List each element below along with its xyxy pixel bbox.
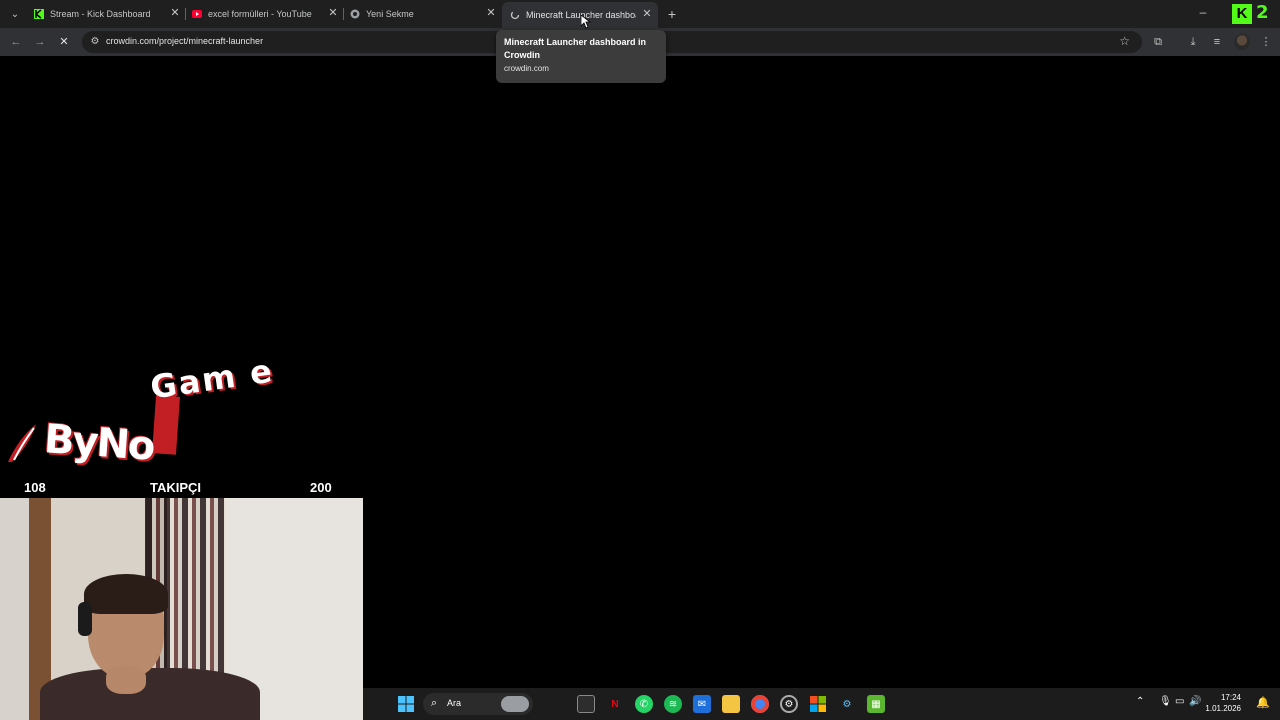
settings-gear-icon[interactable]: ⚙ — [780, 695, 798, 713]
logo-word-byno: ByNo — [42, 416, 156, 470]
back-button[interactable]: ← — [8, 34, 24, 50]
network-icon[interactable]: ▭ — [1175, 696, 1184, 707]
tooltip-title: Minecraft Launcher dashboard in Crowdin — [504, 37, 647, 60]
kick-logo: K — [1232, 4, 1252, 24]
kick-icon — [34, 9, 44, 19]
streamer-logo: ByNo Gam e — [4, 352, 294, 478]
weather-widget-icon[interactable] — [501, 696, 529, 712]
extensions-button[interactable]: ⧉ — [1150, 34, 1166, 50]
more-vert-icon: ⋮ — [1260, 36, 1272, 48]
close-tab-icon[interactable]: ✕ — [484, 6, 498, 20]
webcam-feed — [0, 498, 363, 720]
download-icon: ⤓ — [1190, 36, 1196, 48]
new-tab-button[interactable]: + — [664, 6, 680, 22]
microsoft-store-icon[interactable] — [809, 695, 827, 713]
system-clock[interactable]: 17:24 1.01.2026 — [1201, 692, 1241, 714]
tab-youtube[interactable]: excel formülleri - YouTube ✕ — [192, 4, 340, 24]
puzzle-icon: ⧉ — [1154, 36, 1162, 48]
spotify-icon[interactable]: ≋ — [664, 695, 682, 713]
webcam-person-hair — [84, 574, 168, 614]
feather-logo-icon — [8, 424, 36, 462]
clock-time: 17:24 — [1220, 693, 1241, 702]
task-view-icon[interactable] — [577, 695, 595, 713]
windows-logo-icon — [398, 696, 414, 712]
minimize-window-button[interactable]: – — [1196, 6, 1210, 20]
mail-icon[interactable]: ✉ — [693, 695, 711, 713]
netflix-icon[interactable]: N — [606, 695, 624, 713]
store-logo-icon — [810, 696, 826, 712]
close-icon: ✕ — [59, 36, 69, 48]
url-text: crowdin.com/project/minecraft-launcher — [106, 36, 264, 46]
chrome-taskbar-icon[interactable] — [751, 695, 769, 713]
tab-separator — [185, 8, 186, 20]
downloads-button[interactable]: ⤓ — [1185, 34, 1201, 50]
webcam-person-hand — [106, 666, 146, 694]
steam-icon[interactable]: ⚙ — [838, 695, 856, 713]
notification-count: 2 — [1256, 2, 1269, 23]
tab-hover-tooltip: Minecraft Launcher dashboard in Crowdin … — [496, 30, 666, 83]
logo-word-game: Gam e — [147, 351, 277, 407]
microphone-icon[interactable]: 🎙 — [1159, 696, 1172, 707]
tab-search-button[interactable]: ⌄ — [6, 5, 24, 23]
bookmark-star-icon[interactable]: ☆ — [1119, 34, 1130, 48]
minecraft-launcher-icon[interactable]: ▦ — [867, 695, 885, 713]
search-icon: ⌕ — [431, 697, 438, 709]
stop-loading-button[interactable]: ✕ — [56, 34, 72, 50]
notification-bell-icon[interactable]: 🔔 — [1256, 696, 1270, 709]
tab-new-tab[interactable]: Yeni Sekme ✕ — [350, 4, 498, 24]
arrow-left-icon: ← — [10, 36, 22, 48]
webcam-person-body — [40, 668, 260, 720]
goal-current: 108 — [24, 480, 46, 495]
clock-date: 1.01.2026 — [1205, 704, 1241, 713]
taskbar-search[interactable]: ⌕ Ara — [423, 693, 533, 715]
tab-title: Yeni Sekme — [366, 9, 414, 19]
follower-goal-bar: 108 TAKIPÇI 200 — [0, 478, 363, 498]
tab-crowdin-active[interactable]: Minecraft Launcher dashboard ✕ — [502, 2, 658, 28]
arrow-right-icon: → — [34, 36, 46, 48]
headset-icon — [78, 602, 92, 636]
show-hidden-icons-chevron[interactable]: ⌃ — [1136, 696, 1144, 707]
close-tab-icon[interactable]: ✕ — [640, 7, 654, 21]
plus-icon: + — [667, 6, 677, 22]
youtube-icon — [192, 9, 202, 19]
whatsapp-icon[interactable]: ✆ — [635, 695, 653, 713]
mouse-cursor-icon — [581, 15, 591, 29]
chrome-menu-button[interactable]: ⋮ — [1258, 34, 1274, 50]
tab-title: excel formülleri - YouTube — [208, 9, 312, 19]
forward-button[interactable]: → — [32, 34, 48, 50]
tab-kick-dashboard[interactable]: Stream - Kick Dashboard ✕ — [34, 4, 182, 24]
media-controls-button[interactable]: ≡ — [1209, 34, 1225, 50]
tab-separator — [343, 8, 344, 20]
goal-label: TAKIPÇI — [150, 480, 202, 495]
chevron-down-icon: ⌄ — [10, 8, 20, 20]
tab-strip: ⌄ Stream - Kick Dashboard ✕ excel formül… — [0, 0, 1280, 28]
close-tab-icon[interactable]: ✕ — [326, 6, 340, 20]
volume-icon[interactable]: 🔊 — [1189, 696, 1201, 707]
profile-avatar[interactable] — [1234, 34, 1250, 50]
loading-spinner-icon — [510, 10, 520, 20]
windows-start-button[interactable] — [397, 695, 415, 713]
taskbar-search-label: Ara — [447, 698, 462, 708]
playlist-icon: ≡ — [1213, 36, 1221, 48]
file-explorer-icon[interactable] — [722, 695, 740, 713]
tooltip-domain: crowdin.com — [504, 64, 549, 73]
tab-title: Stream - Kick Dashboard — [50, 9, 151, 19]
goal-target: 200 — [310, 480, 332, 495]
chrome-icon — [350, 9, 360, 19]
site-settings-icon[interactable]: ⚙ — [88, 35, 102, 49]
windows-taskbar: ⌕ Ara N ✆ ≋ ✉ ⚙ ⚙ ▦ ⌃ 🎙 ▭ 🔊 17:24 1.01.2… — [363, 688, 1280, 720]
close-tab-icon[interactable]: ✕ — [168, 6, 182, 20]
